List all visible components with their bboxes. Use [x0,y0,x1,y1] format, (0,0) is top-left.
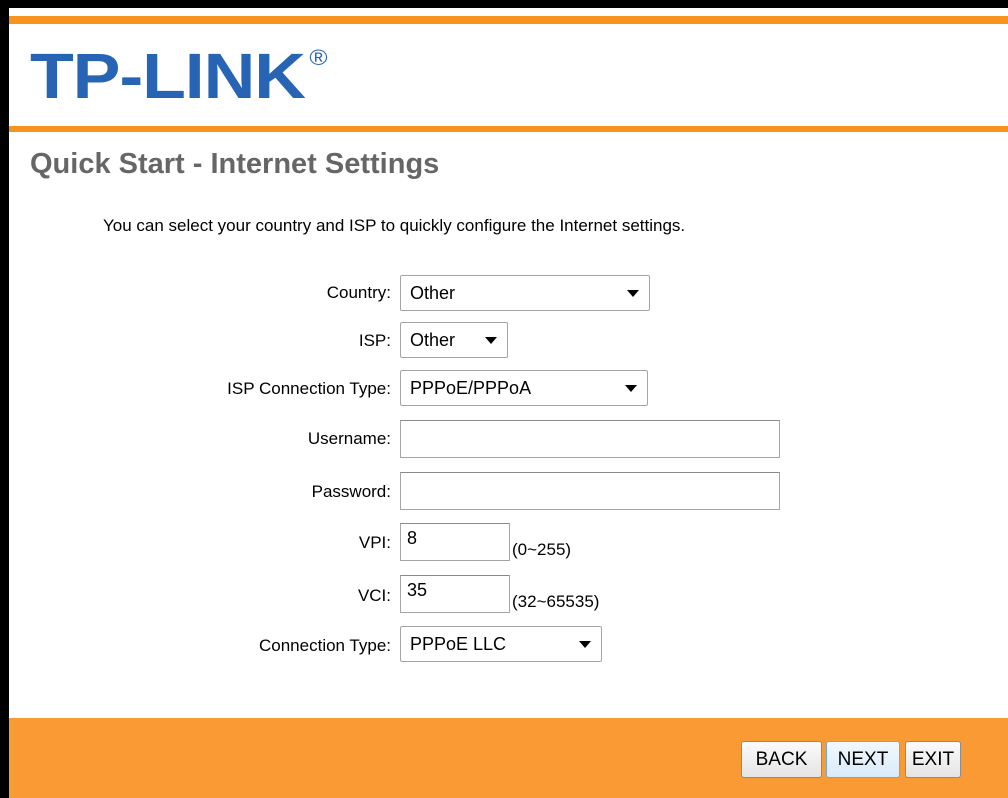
tp-link-logo: TP-LINK ® [30,44,328,108]
isp-select-value: Other [410,330,456,350]
vpi-range-hint: (0~255) [512,540,572,559]
country-select-value: Other [410,283,456,303]
username-input[interactable] [400,420,780,458]
window-border-top [0,0,1008,8]
chevron-down-icon [627,290,639,297]
isp-connection-type-label: ISP Connection Type: [227,379,391,398]
password-input[interactable] [400,472,780,510]
connection-type-label: Connection Type: [259,636,391,655]
isp-select[interactable]: Other [400,322,508,358]
window-border-left [0,0,9,798]
back-button[interactable]: BACK [741,741,822,778]
chevron-down-icon [625,385,637,392]
header-divider-stripe [9,126,1008,132]
vpi-label: VPI: [358,533,391,552]
header-spacer [9,8,1008,16]
password-label: Password: [311,482,391,501]
country-select[interactable]: Other [400,275,650,311]
chevron-down-icon [579,641,591,648]
vci-range-hint: (32~65535) [512,592,600,611]
exit-button[interactable]: EXIT [905,741,961,778]
country-label: Country: [326,283,391,302]
vpi-input[interactable] [400,523,510,561]
connection-type-value: PPPoE LLC [410,634,507,654]
logo-text: TP-LINK [30,40,306,112]
isp-connection-type-select[interactable]: PPPoE/PPPoA [400,370,648,406]
next-button[interactable]: NEXT [826,741,900,778]
isp-connection-type-value: PPPoE/PPPoA [410,378,532,398]
connection-type-select[interactable]: PPPoE LLC [400,626,602,662]
registered-mark: ® [309,45,327,70]
chevron-down-icon [485,337,497,344]
username-label: Username: [307,429,391,448]
isp-label: ISP: [358,331,391,350]
header-top-stripe [9,16,1008,24]
vci-input[interactable] [400,575,510,613]
page-title: Quick Start - Internet Settings [30,148,440,180]
vci-label: VCI: [357,586,391,605]
intro-text: You can select your country and ISP to q… [103,216,686,235]
